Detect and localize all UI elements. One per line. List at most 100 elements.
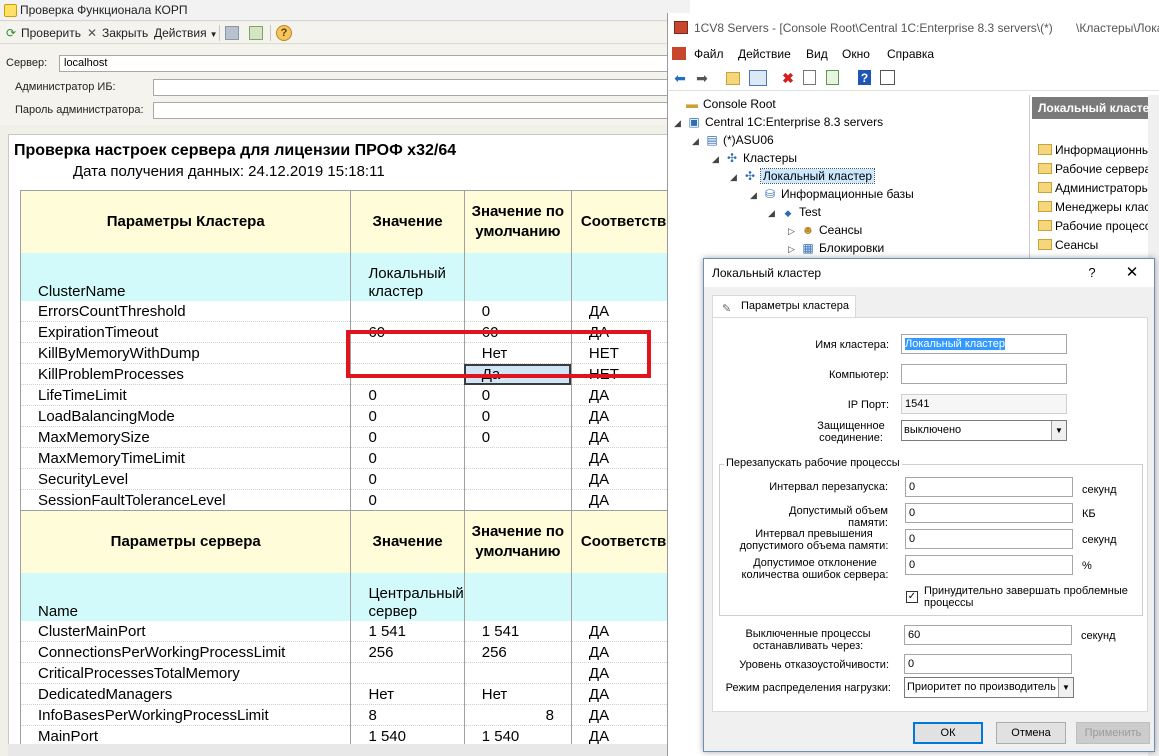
error-deviation-unit: % [1082,560,1092,572]
table-cell-name: Name [19,572,352,621]
result-pane: Локальный кластер Информационные Рабочие … [1029,95,1159,270]
table-row: LifeTimeLimit 0 0 ДА [19,384,691,406]
dialog-title: Локальный кластер [712,266,822,280]
result-list-item[interactable]: Рабочие процессы [1038,217,1159,235]
app-logo-icon [4,4,17,17]
mmc-titlebar: 1CV8 Servers - [Console Root\Central 1C:… [668,13,1159,43]
table-cell-name: ClusterMainPort [19,620,352,642]
show-tree-icon[interactable] [749,70,767,86]
report-table: Параметры Кластера Значение Значение по ум… [19,190,691,756]
column-header: Параметры Кластера [19,190,352,253]
load-balance-select[interactable]: Приоритет по производитель ▼ [904,677,1074,698]
tree-node-local-cluster[interactable]: ◢ ✣ Локальный кластер [730,167,876,186]
menu-action[interactable]: Действие [738,43,791,65]
collapsed-arrow-icon[interactable]: ▷ [788,240,800,258]
result-list-item[interactable]: Рабочие сервера [1038,160,1151,178]
tree-node-server[interactable]: ◢ ▤ (*)ASU06 [692,131,774,149]
table-row: CriticalProcessesTotalMemory ДА [19,662,691,684]
save-icon[interactable] [225,26,239,40]
show-hide-pane-icon[interactable] [880,70,895,85]
dialog-help-button[interactable]: ? [1082,259,1102,287]
report-title: Проверка настроек сервера для лицензии П… [14,142,457,159]
folder-icon [1038,144,1052,155]
forward-arrow-icon[interactable]: ➡ [694,70,710,86]
table-cell-name: DedicatedManagers [19,683,352,705]
table-cell-name: MaxMemoryTimeLimit [19,447,352,469]
server-input[interactable]: localhost [59,55,690,72]
result-list-item[interactable]: Информационные [1038,141,1157,159]
expanded-arrow-icon[interactable]: ◢ [674,114,686,132]
column-header: Значение [350,510,465,573]
expanded-arrow-icon[interactable]: ◢ [768,204,780,222]
menu-help[interactable]: Справка [887,43,934,65]
close-button[interactable]: ✕ Закрыть [85,25,148,41]
refresh-icon: ⟳ [5,26,17,40]
stop-processes-input[interactable]: 60 [904,625,1072,645]
secure-connection-select[interactable]: выключено ▼ [901,420,1067,441]
up-folder-icon[interactable] [726,72,740,85]
collapsed-arrow-icon[interactable]: ▷ [788,222,800,240]
table-cell-default [464,662,572,684]
tree-node-console-root[interactable]: ▬ Console Root [672,95,776,113]
tree-node-central-servers[interactable]: ◢ ▣ Central 1C:Enterprise 8.3 servers [674,113,883,131]
cancel-button[interactable]: Отмена [996,722,1066,744]
table-header-row: Параметры Кластера Значение Значение по ум… [19,190,691,253]
table-cell-name: KillByMemoryWithDump [19,342,352,364]
export-list-icon[interactable] [826,70,839,85]
tab-cluster-parameters[interactable]: ✎ Параметры кластера [712,295,856,317]
memory-limit-input[interactable]: 0 [905,503,1073,523]
expanded-arrow-icon[interactable]: ◢ [730,168,742,186]
tree-node-test[interactable]: ◢ ◆ Test [768,203,821,221]
table-cell-name: ErrorsCountThreshold [19,300,352,322]
table-cell-name: ConnectionsPerWorkingProcessLimit [19,641,352,663]
expanded-arrow-icon[interactable]: ◢ [750,186,762,204]
check-button[interactable]: ⟳ Проверить [4,25,81,41]
admin-input[interactable] [153,79,690,96]
memory-limit-unit: КБ [1082,508,1096,520]
error-deviation-input[interactable]: 0 [905,555,1073,575]
cluster-name-input[interactable]: Локальный кластер [901,334,1067,354]
back-arrow-icon[interactable]: ⬅ [672,70,688,86]
close-x-icon: ✕ [86,26,98,40]
horizontal-scrollbar[interactable] [8,744,690,756]
result-list-item[interactable]: Администраторы [1038,179,1150,197]
tree-node-sessions[interactable]: ▷ ☻ Сеансы [788,221,862,239]
help-button[interactable]: ? [276,25,292,41]
fault-tolerance-input[interactable]: 0 [904,654,1072,674]
menu-file[interactable]: Файл [694,43,724,65]
password-input[interactable] [153,102,690,119]
table-cell-default [464,572,572,621]
table-cell-default: 1 541 [464,620,572,642]
table-row: ClusterMainPort 1 541 1 541 ДА [19,620,691,642]
properties-icon[interactable] [803,70,816,85]
computer-input[interactable] [901,364,1067,384]
expanded-arrow-icon[interactable]: ◢ [692,132,704,150]
dialog-close-button[interactable]: ✕ [1118,259,1146,287]
menu-view[interactable]: Вид [806,43,828,65]
result-list-item[interactable]: Сеансы [1038,236,1098,254]
tree-node-locks[interactable]: ▷ ▦ Блокировки [788,239,884,257]
actions-menu-button[interactable]: Действия ▼ [154,25,218,41]
server-label: Сервер: [6,57,48,69]
check-window-title: Проверка Функционала КОРП [20,3,188,17]
menu-window[interactable]: Окно [842,43,870,65]
table-row: LoadBalancingMode 0 0 ДА [19,405,691,427]
mmc-system-menu-icon[interactable] [672,47,686,60]
kill-problem-checkbox[interactable]: ✓ [906,591,918,603]
result-list-item[interactable]: Менеджеры класте [1038,198,1159,216]
ok-button[interactable]: ОК [913,722,983,744]
restart-interval-input[interactable]: 0 [905,477,1073,497]
tree-node-infobases[interactable]: ◢ ⛁ Информационные базы [750,185,914,203]
memory-exceed-input[interactable]: 0 [905,529,1073,549]
infobase-icon: ◆ [784,208,792,218]
folder-icon [1038,182,1052,193]
help-book-icon[interactable]: ? [858,70,871,85]
apply-button[interactable]: Применить [1076,722,1150,744]
export-icon[interactable] [249,26,263,40]
tree-node-clusters[interactable]: ◢ ✣ Кластеры [712,149,797,167]
delete-icon[interactable]: ✖ [780,70,796,86]
restart-interval-unit: секунд [1082,484,1117,496]
expanded-arrow-icon[interactable]: ◢ [712,150,724,168]
sessions-icon: ☻ [801,223,815,237]
table-cell-default [464,252,572,301]
